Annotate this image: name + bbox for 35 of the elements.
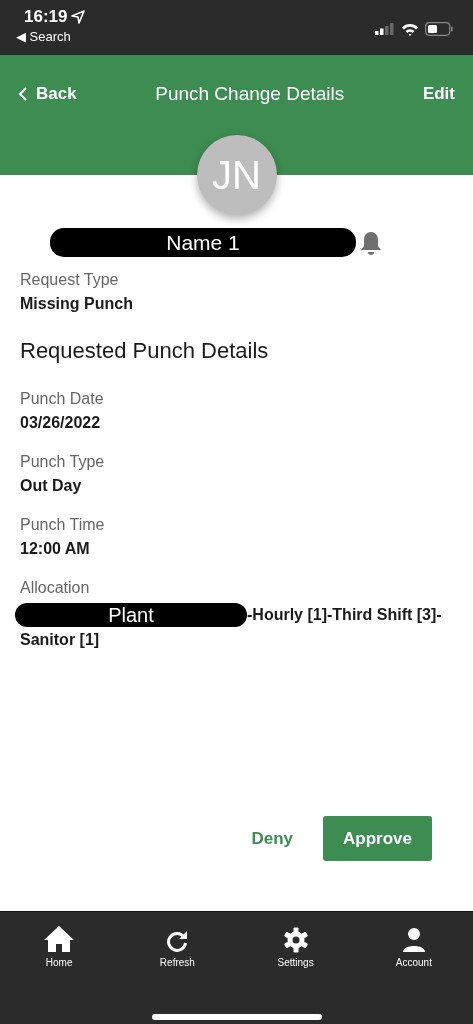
settings-tab[interactable]: Settings (255, 924, 336, 968)
employee-name: Name 1 (50, 228, 356, 257)
screen-title: Punch Change Details (155, 83, 345, 105)
field-label: Punch Date (20, 390, 105, 408)
home-tab[interactable]: Home (19, 924, 100, 968)
edit-button[interactable]: Edit (422, 84, 455, 104)
status-time: 16:19 (24, 7, 68, 27)
field-value: 12:00 AM (20, 540, 91, 558)
wifi-icon (401, 22, 419, 36)
field-value: Missing Punch (20, 295, 134, 313)
field-label: Punch Type (20, 453, 106, 471)
settings-icon (282, 927, 309, 953)
section-title: Requested Punch Details (20, 338, 270, 364)
refresh-tab[interactable]: Refresh (137, 924, 218, 968)
chevron-left-icon (18, 86, 28, 102)
deny-button[interactable]: Deny (251, 818, 293, 859)
redacted-plant: Plant (15, 603, 247, 627)
location-arrow-icon (71, 10, 86, 24)
signal-icon (375, 23, 395, 35)
account-tab[interactable]: Account (373, 924, 454, 968)
person-icon (401, 927, 426, 953)
bell-icon[interactable] (360, 229, 382, 256)
back-to-search-link[interactable]: ◀ Search (16, 29, 86, 44)
field-label: Punch Time (20, 516, 106, 534)
field-value: 03/26/2022 (20, 414, 102, 432)
battery-icon (425, 22, 453, 36)
approve-button[interactable]: Approve (323, 816, 432, 861)
refresh-icon (165, 929, 190, 953)
field-value: Sanitor [1] (20, 631, 101, 649)
field-label: Request Type (20, 271, 120, 289)
house-icon (43, 925, 76, 953)
field-value: -Hourly [1]-Third Shift [3]- (247, 606, 442, 624)
field-value: Out Day (20, 477, 83, 495)
back-button[interactable]: Back (18, 84, 77, 104)
field-label: Allocation (20, 579, 91, 597)
